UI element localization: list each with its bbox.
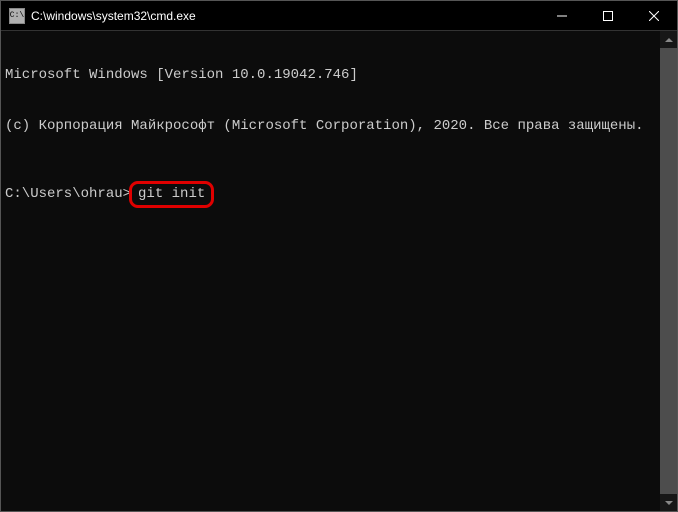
close-button[interactable] — [631, 1, 677, 30]
terminal-content[interactable]: Microsoft Windows [Version 10.0.19042.74… — [1, 31, 660, 511]
window-title: C:\windows\system32\cmd.exe — [31, 9, 539, 23]
prompt-line: C:\Users\ohrau> git init — [5, 181, 656, 208]
scroll-track[interactable] — [660, 48, 677, 494]
scroll-up-button[interactable] — [660, 31, 677, 48]
terminal-area: Microsoft Windows [Version 10.0.19042.74… — [1, 31, 677, 511]
vertical-scrollbar[interactable] — [660, 31, 677, 511]
cmd-icon: C:\ — [9, 8, 25, 24]
window-titlebar: C:\ C:\windows\system32\cmd.exe — [1, 1, 677, 31]
command-highlight: git init — [129, 181, 214, 208]
window-controls — [539, 1, 677, 30]
terminal-output-line: Microsoft Windows [Version 10.0.19042.74… — [5, 67, 656, 84]
maximize-button[interactable] — [585, 1, 631, 30]
scroll-down-button[interactable] — [660, 494, 677, 511]
cmd-icon-text: C:\ — [10, 11, 24, 20]
minimize-button[interactable] — [539, 1, 585, 30]
prompt-text: C:\Users\ohrau> — [5, 186, 131, 203]
command-text: git init — [138, 186, 205, 202]
terminal-output-line: (c) Корпорация Майкрософт (Microsoft Cor… — [5, 118, 656, 135]
scroll-thumb[interactable] — [660, 48, 677, 494]
